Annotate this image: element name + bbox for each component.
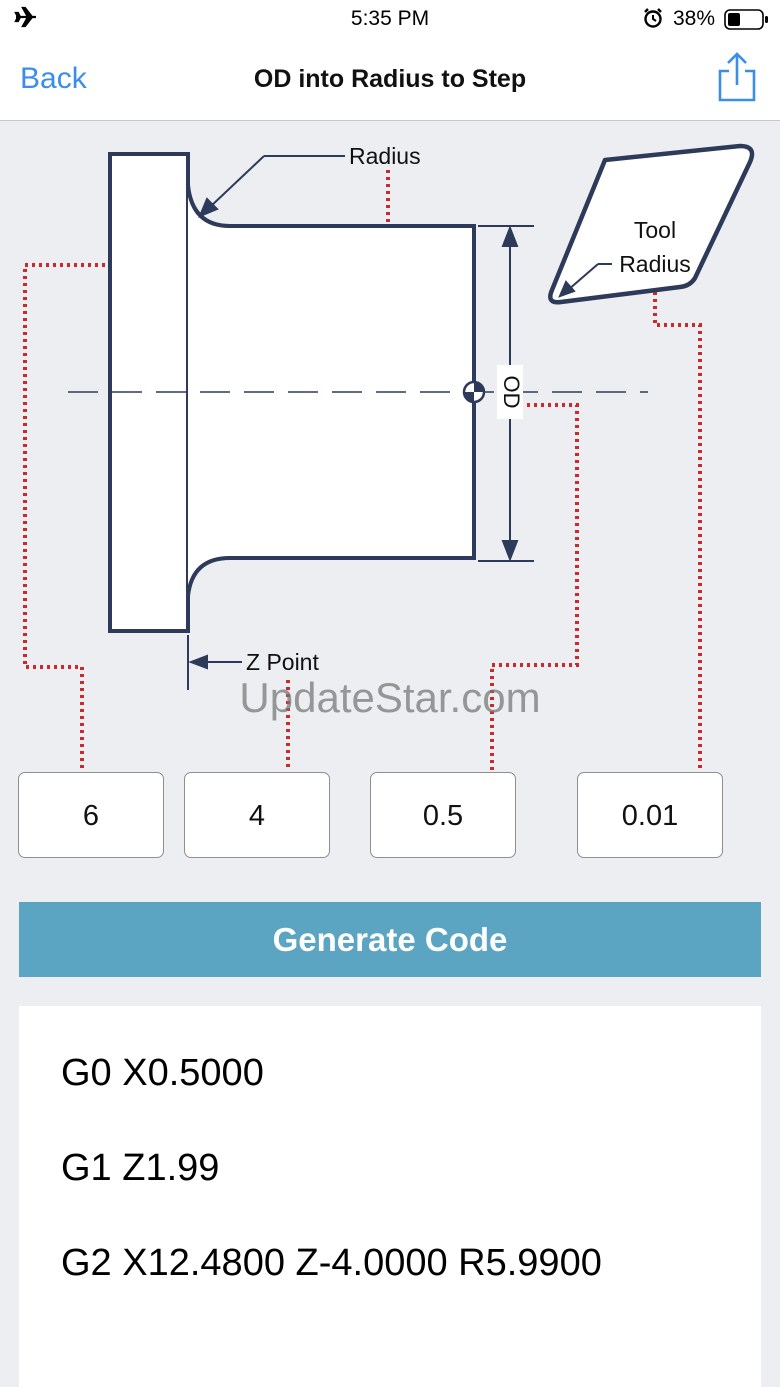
tool-radius-input[interactable]: 0.01: [577, 772, 723, 858]
radius-label: Radius: [349, 143, 421, 169]
code-line: G2 X12.4800 Z-4.0000 R5.9900: [61, 1242, 602, 1284]
navigation-bar: Back OD into Radius to Step: [0, 38, 780, 121]
od-input[interactable]: 0.5: [370, 772, 516, 858]
code-output-panel: G0 X0.5000 G1 Z1.99 G2 X12.4800 Z-4.0000…: [19, 1006, 761, 1387]
tool-label: Tool: [634, 217, 676, 243]
z-point-input[interactable]: 4: [184, 772, 330, 858]
code-line: G1 Z1.99: [61, 1147, 220, 1189]
share-icon[interactable]: [716, 52, 758, 107]
watermark: UpdateStar.com: [239, 674, 541, 721]
generate-code-button[interactable]: Generate Code: [19, 902, 761, 977]
tool-radius-label: Radius: [619, 251, 691, 277]
status-bar: 5:35 PM 38%: [0, 0, 780, 38]
origin-marker-icon: [462, 380, 486, 404]
page-title: OD into Radius to Step: [253, 65, 527, 93]
radius-pointer: [198, 155, 345, 218]
z-point-label: Z Point: [246, 649, 319, 675]
code-line: G0 X0.5000: [61, 1052, 264, 1094]
battery-icon: [724, 9, 770, 37]
radius-input[interactable]: 6: [18, 772, 164, 858]
alarm-icon: [642, 7, 664, 35]
battery-percent: 38%: [673, 7, 716, 30]
od-label: OD: [499, 376, 524, 409]
